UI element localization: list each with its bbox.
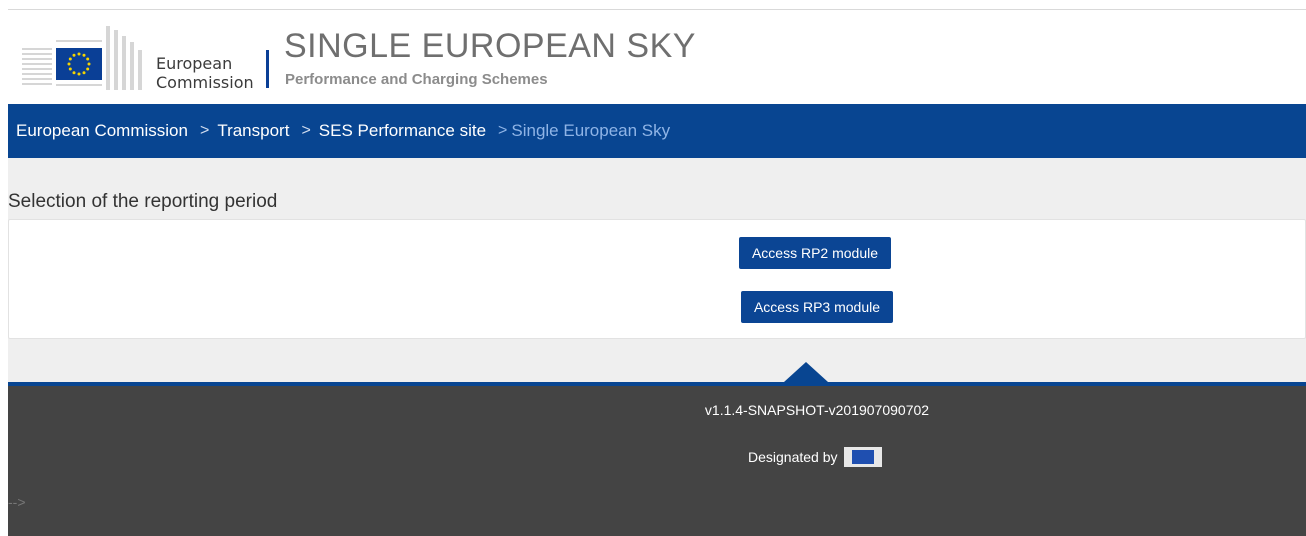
designated-by-label: Designated by (748, 449, 838, 465)
section-title: Selection of the reporting period (8, 191, 278, 212)
chevron-right-icon: > (301, 122, 311, 139)
logo-line-commission: Commission (156, 73, 254, 92)
chevron-right-icon: > (199, 122, 210, 139)
scroll-to-top-icon[interactable] (784, 362, 828, 382)
site-header: European Commission SINGLE EUROPEAN SKY … (8, 10, 1306, 104)
stray-comment-text: --> (8, 494, 26, 510)
access-rp2-module-button[interactable]: Access RP2 module (739, 237, 891, 269)
breadcrumb-single-european-sky: Single European Sky (511, 121, 671, 140)
eu-flag-icon (843, 447, 882, 467)
european-commission-logo[interactable] (22, 20, 148, 92)
breadcrumb-transport[interactable]: Transport (217, 121, 289, 141)
breadcrumb: European Commission > Transport > SES Pe… (8, 104, 1306, 158)
module-selection-panel: Access RP2 module Access RP3 module (8, 219, 1306, 339)
site-title: SINGLE EUROPEAN SKY (284, 27, 696, 65)
logo-text: European Commission (156, 54, 254, 92)
chevron-right-icon: > (498, 122, 508, 139)
logo-divider (266, 50, 269, 88)
eu-flag-icon (56, 48, 102, 80)
designated-by: Designated by (748, 447, 882, 467)
breadcrumb-european-commission[interactable]: European Commission (16, 121, 188, 141)
logo-line-european: European (156, 54, 233, 73)
breadcrumb-ses-performance-site[interactable]: SES Performance site (319, 121, 486, 141)
site-subtitle: Performance and Charging Schemes (285, 71, 548, 88)
main-content: Selection of the reporting period Access… (8, 158, 1306, 382)
version-label: v1.1.4-SNAPSHOT-v201907090702 (704, 402, 930, 418)
access-rp3-module-button[interactable]: Access RP3 module (741, 291, 893, 323)
site-footer: v1.1.4-SNAPSHOT-v201907090702 Designated… (8, 382, 1306, 536)
